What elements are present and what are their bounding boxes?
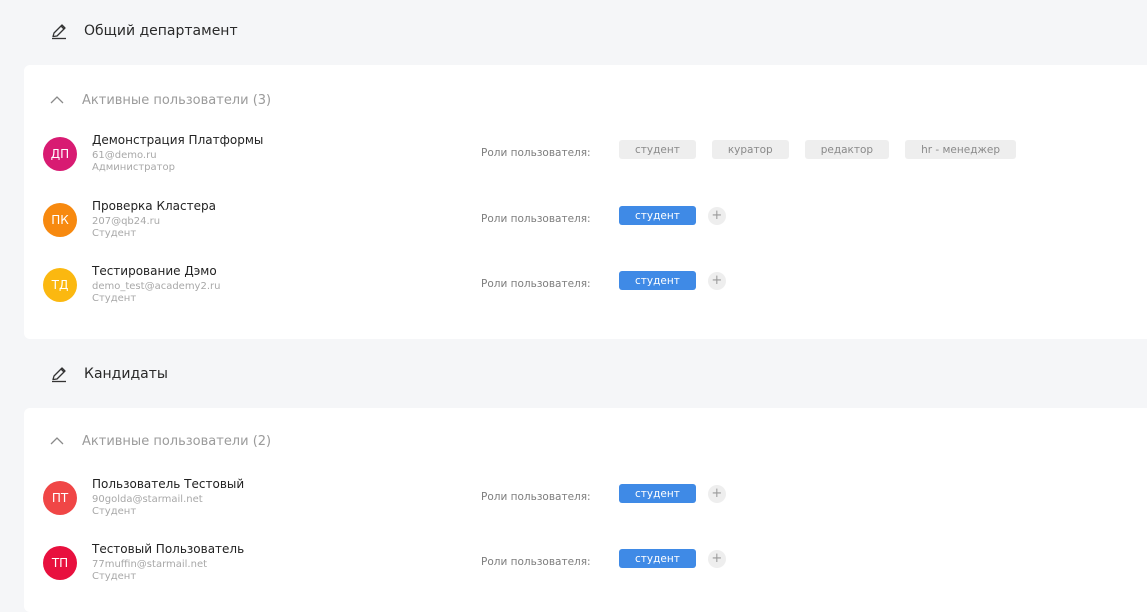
role-chip-student[interactable]: студент (619, 140, 696, 159)
department-title: Общий департамент (84, 23, 238, 39)
pencil-icon[interactable] (50, 22, 68, 40)
chevron-up-icon[interactable] (50, 95, 64, 105)
user-role: Студент (92, 293, 137, 304)
avatar: ДП (43, 137, 77, 171)
avatar: ТП (43, 546, 77, 580)
roles-label: Роли пользователя: (481, 147, 591, 159)
role-chip-student[interactable]: студент (619, 549, 696, 568)
user-row[interactable]: ПК Проверка Кластера 207@qb24.ru Студент… (43, 199, 1133, 247)
add-role-button[interactable]: + (707, 206, 726, 225)
page: Общий департамент Активные пользователи … (0, 0, 1147, 612)
user-name: Тестовый Пользователь (92, 542, 245, 556)
user-email: 207@qb24.ru (92, 216, 161, 227)
pencil-icon[interactable] (50, 365, 68, 383)
user-role: Студент (92, 506, 137, 517)
department-panel: Активные пользователи (3) ДП Демонстраци… (24, 65, 1147, 339)
department-title: Кандидаты (84, 366, 168, 382)
user-row[interactable]: ТД Тестирование Дэмо demo_test@academy2.… (43, 264, 1133, 312)
role-chip-hr-manager[interactable]: hr - менеджер (905, 140, 1017, 159)
avatar: ПК (43, 203, 77, 237)
avatar: ПТ (43, 481, 77, 515)
user-email: 61@demo.ru (92, 150, 157, 161)
roles-label: Роли пользователя: (481, 278, 591, 290)
role-chips: студент куратор редактор hr - менеджер (619, 140, 1032, 159)
role-chip-student[interactable]: студент (619, 484, 696, 503)
user-row[interactable]: ПТ Пользователь Тестовый 90golda@starmai… (43, 477, 1133, 525)
group-toggle[interactable]: Активные пользователи (2) (50, 431, 271, 451)
user-name: Пользователь Тестовый (92, 477, 245, 491)
user-name: Проверка Кластера (92, 199, 216, 213)
user-name: Тестирование Дэмо (92, 264, 217, 278)
group-toggle[interactable]: Активные пользователи (3) (50, 90, 271, 110)
role-chips: студент + (619, 271, 726, 290)
user-row[interactable]: ДП Демонстрация Платформы 61@demo.ru Адм… (43, 133, 1133, 181)
role-chip-student[interactable]: студент (619, 271, 696, 290)
user-role: Администратор (92, 162, 175, 173)
user-email: demo_test@academy2.ru (92, 281, 221, 292)
user-role: Студент (92, 228, 137, 239)
avatar: ТД (43, 268, 77, 302)
user-name: Демонстрация Платформы (92, 133, 264, 147)
add-role-button[interactable]: + (707, 484, 726, 503)
department-header[interactable]: Общий департамент (24, 3, 1147, 59)
role-chips: студент + (619, 484, 726, 503)
add-role-button[interactable]: + (707, 549, 726, 568)
roles-label: Роли пользователя: (481, 556, 591, 568)
department-panel: Активные пользователи (2) ПТ Пользовател… (24, 408, 1147, 612)
department-header[interactable]: Кандидаты (24, 346, 1147, 402)
add-role-button[interactable]: + (707, 271, 726, 290)
user-email: 90golda@starmail.net (92, 494, 203, 505)
roles-label: Роли пользователя: (481, 213, 591, 225)
user-row[interactable]: ТП Тестовый Пользователь 77muffin@starma… (43, 542, 1133, 590)
group-title: Активные пользователи (2) (82, 433, 272, 449)
user-email: 77muffin@starmail.net (92, 559, 208, 570)
roles-label: Роли пользователя: (481, 491, 591, 503)
chevron-up-icon[interactable] (50, 436, 64, 446)
role-chip-editor[interactable]: редактор (804, 140, 890, 159)
role-chip-student[interactable]: студент (619, 206, 696, 225)
group-title: Активные пользователи (3) (82, 92, 272, 108)
role-chips: студент + (619, 549, 726, 568)
role-chips: студент + (619, 206, 726, 225)
user-role: Студент (92, 571, 137, 582)
role-chip-curator[interactable]: куратор (711, 140, 789, 159)
